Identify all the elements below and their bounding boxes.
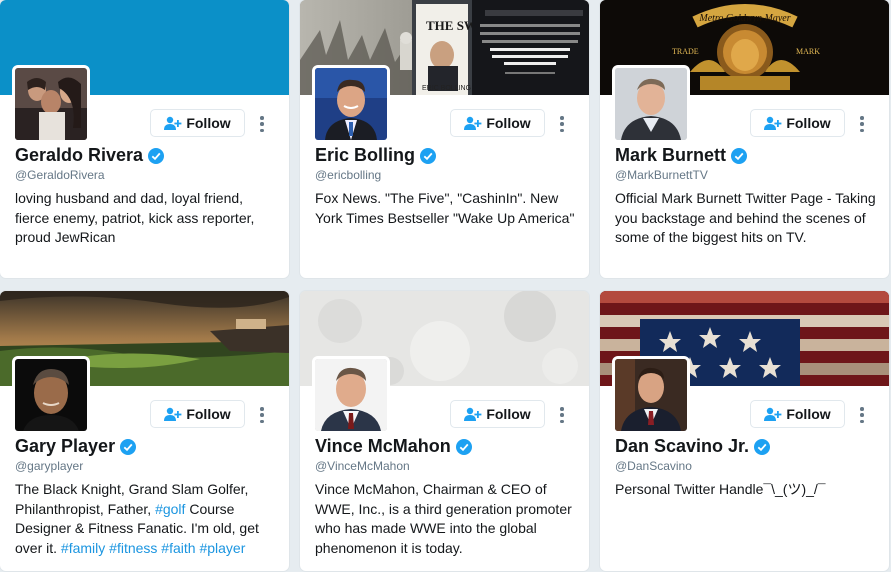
hashtag-link[interactable]: #family: [61, 540, 105, 556]
bio: Official Mark Burnett Twitter Page - Tak…: [615, 190, 876, 245]
display-name[interactable]: Vince McMahon: [315, 436, 472, 457]
display-name[interactable]: Dan Scavino Jr.: [615, 436, 771, 457]
display-name[interactable]: Gary Player: [15, 436, 137, 457]
follow-label: Follow: [786, 115, 831, 131]
profile-card[interactable]: Follow Vince McMahon @VinceMcMahon Vince…: [300, 291, 589, 571]
follow-label: Follow: [486, 406, 531, 422]
bio: Vince McMahon, Chairman & CEO of WWE, In…: [315, 481, 572, 556]
profile-card[interactable]: Follow Dan Scavino Jr. @DanScavino Perso…: [600, 291, 889, 571]
display-name[interactable]: Mark Burnett: [615, 145, 748, 166]
follow-button[interactable]: Follow: [750, 400, 845, 428]
profile-card[interactable]: TRADE MARK Metro Goldwyn Mayer Follow Ma…: [600, 0, 889, 278]
verified-badge-icon: [420, 147, 437, 164]
bio: Fox News. "The Five", "CashinIn". New Yo…: [315, 190, 575, 226]
avatar[interactable]: [312, 356, 390, 434]
follow-button[interactable]: Follow: [150, 400, 245, 428]
logo-text-right: MARK: [796, 47, 820, 56]
more-options-icon[interactable]: [257, 114, 267, 134]
add-user-icon: [464, 407, 482, 421]
profile-card[interactable]: Follow Gary Player @garyplayer The Black…: [0, 291, 289, 571]
add-user-icon: [764, 407, 782, 421]
follow-button[interactable]: Follow: [450, 400, 545, 428]
handle[interactable]: @VinceMcMahon: [315, 459, 410, 473]
handle[interactable]: @DanScavino: [615, 459, 692, 473]
more-options-icon[interactable]: [257, 405, 267, 425]
verified-badge-icon: [120, 438, 137, 455]
follow-label: Follow: [486, 115, 531, 131]
avatar[interactable]: [312, 65, 390, 143]
verified-badge-icon: [148, 147, 165, 164]
logo-text-left: TRADE: [672, 47, 699, 56]
bio: loving husband and dad, loyal friend, fi…: [15, 190, 255, 245]
add-user-icon: [164, 116, 182, 130]
more-options-icon[interactable]: [557, 114, 567, 134]
follow-button[interactable]: Follow: [150, 109, 245, 137]
more-options-icon[interactable]: [557, 405, 567, 425]
avatar[interactable]: [612, 65, 690, 143]
add-user-icon: [164, 407, 182, 421]
handle[interactable]: @GeraldoRivera: [15, 168, 105, 182]
add-user-icon: [464, 116, 482, 130]
book-author: ERIC BOLLING: [422, 85, 471, 92]
more-options-icon[interactable]: [857, 114, 867, 134]
profile-card[interactable]: Follow Geraldo Rivera @GeraldoRivera lov…: [0, 0, 289, 278]
avatar[interactable]: [12, 65, 90, 143]
follow-label: Follow: [186, 406, 231, 422]
follow-button[interactable]: Follow: [450, 109, 545, 137]
hashtag-link[interactable]: #golf: [155, 501, 185, 517]
follow-button[interactable]: Follow: [750, 109, 845, 137]
add-user-icon: [764, 116, 782, 130]
bio: The Black Knight, Grand Slam Golfer, Phi…: [15, 481, 259, 556]
mgm-logo-text: Metro Goldwyn Mayer: [698, 13, 790, 24]
profile-card[interactable]: THE SWAMP ERIC BOLLING Follow Eric Bolli…: [300, 0, 589, 278]
verified-badge-icon: [455, 438, 472, 455]
handle[interactable]: @garyplayer: [15, 459, 83, 473]
verified-badge-icon: [731, 147, 748, 164]
hashtag-link[interactable]: #fitness: [109, 540, 157, 556]
more-options-icon[interactable]: [857, 405, 867, 425]
bio: Personal Twitter Handle¯\_(ツ)_/¯: [615, 481, 826, 497]
who-to-follow-grid: Follow Geraldo Rivera @GeraldoRivera lov…: [0, 0, 891, 572]
handle[interactable]: @MarkBurnettTV: [615, 168, 708, 182]
display-name[interactable]: Geraldo Rivera: [15, 145, 165, 166]
follow-label: Follow: [186, 115, 231, 131]
hashtag-link[interactable]: #player: [199, 540, 245, 556]
avatar[interactable]: [612, 356, 690, 434]
verified-badge-icon: [754, 438, 771, 455]
display-name[interactable]: Eric Bolling: [315, 145, 437, 166]
hashtag-link[interactable]: #faith: [161, 540, 195, 556]
avatar[interactable]: [12, 356, 90, 434]
follow-label: Follow: [786, 406, 831, 422]
handle[interactable]: @ericbolling: [315, 168, 381, 182]
